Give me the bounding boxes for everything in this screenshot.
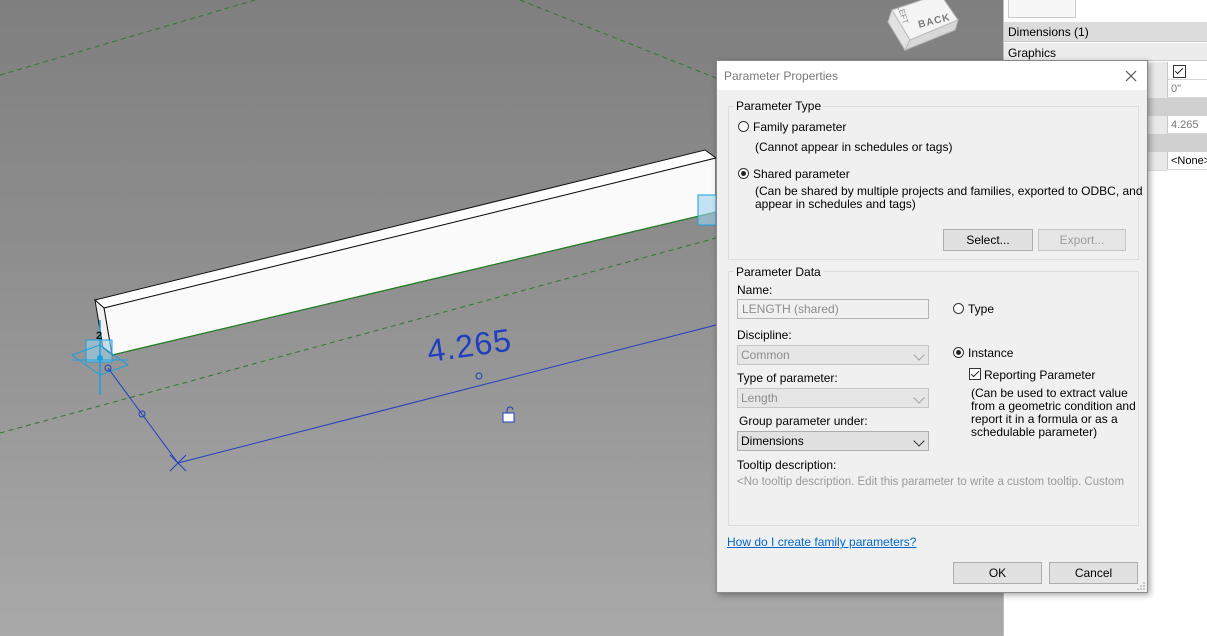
tooltip-description-field[interactable]: <No tooltip description. Edit this param… <box>737 476 1133 488</box>
chevron-down-icon <box>913 349 925 361</box>
chevron-down-icon <box>913 392 925 404</box>
family-parameter-note: (Cannot appear in schedules or tags) <box>755 140 953 154</box>
chevron-down-icon <box>913 435 925 447</box>
discipline-label: Discipline: <box>737 328 792 342</box>
property-checkbox[interactable] <box>1173 65 1186 78</box>
group-parameter-under-select[interactable]: Dimensions <box>737 431 929 451</box>
tooltip-description-label: Tooltip description: <box>737 458 837 472</box>
section-dimensions[interactable]: Dimensions (1) <box>1004 22 1207 42</box>
instance-radio-label[interactable]: Instance <box>968 346 1013 360</box>
discipline-select[interactable]: Common <box>737 345 929 365</box>
parameter-data-legend: Parameter Data <box>734 265 823 279</box>
type-selector-box[interactable] <box>1008 0 1076 18</box>
family-parameter-radio[interactable] <box>738 121 749 132</box>
type-radio-label[interactable]: Type <box>968 302 994 316</box>
property-value-cell[interactable]: 4.265 <box>1167 116 1207 134</box>
parameter-properties-dialog: Parameter Properties Parameter Type Fami… <box>716 60 1148 593</box>
far-end-connection-glyph[interactable] <box>697 194 717 226</box>
reference-line <box>519 0 717 79</box>
instance-radio[interactable] <box>953 347 964 358</box>
help-link[interactable]: How do I create family parameters? <box>727 535 916 549</box>
level-number-label: 2 <box>96 330 103 342</box>
dialog-title: Parameter Properties <box>724 69 839 83</box>
cancel-button[interactable]: Cancel <box>1049 562 1138 584</box>
ok-button[interactable]: OK <box>953 562 1042 584</box>
reporting-parameter-checkbox[interactable] <box>969 368 981 380</box>
discipline-value: Common <box>741 348 790 362</box>
aligned-dimension[interactable] <box>104 324 717 472</box>
group-parameter-value: Dimensions <box>741 434 804 448</box>
reference-line <box>0 0 256 76</box>
name-field[interactable]: LENGTH (shared) <box>737 299 929 319</box>
shared-parameter-note-line2: appear in schedules and tags) <box>755 197 916 211</box>
type-of-parameter-value: Length <box>741 391 778 405</box>
type-of-parameter-select[interactable]: Length <box>737 388 929 408</box>
close-icon <box>1125 70 1137 82</box>
name-label: Name: <box>737 283 773 297</box>
lock-icon[interactable] <box>502 406 515 423</box>
select-button[interactable]: Select... <box>943 229 1033 251</box>
dialog-titlebar[interactable]: Parameter Properties <box>717 61 1147 90</box>
family-parameter-label[interactable]: Family parameter <box>753 120 846 134</box>
reporting-note-line4: schedulable parameter) <box>971 425 1098 439</box>
close-button[interactable] <box>1121 66 1141 86</box>
section-graphics[interactable]: Graphics <box>1004 43 1207 61</box>
property-value-cell[interactable]: <None> <box>1167 152 1207 170</box>
export-button[interactable]: Export... <box>1038 229 1126 251</box>
type-of-parameter-label: Type of parameter: <box>737 371 838 385</box>
parameter-type-legend: Parameter Type <box>734 99 824 113</box>
resize-grip-icon[interactable] <box>1137 582 1145 590</box>
shared-parameter-label[interactable]: Shared parameter <box>753 167 850 181</box>
property-value-cell[interactable]: 0" <box>1167 80 1207 98</box>
shared-parameter-radio[interactable] <box>738 168 749 179</box>
group-parameter-under-label: Group parameter under: <box>739 414 868 428</box>
property-checkbox-cell[interactable] <box>1167 62 1207 80</box>
beam-front-face[interactable] <box>103 157 717 356</box>
reporting-parameter-label[interactable]: Reporting Parameter <box>984 368 1095 382</box>
type-radio[interactable] <box>953 303 964 314</box>
